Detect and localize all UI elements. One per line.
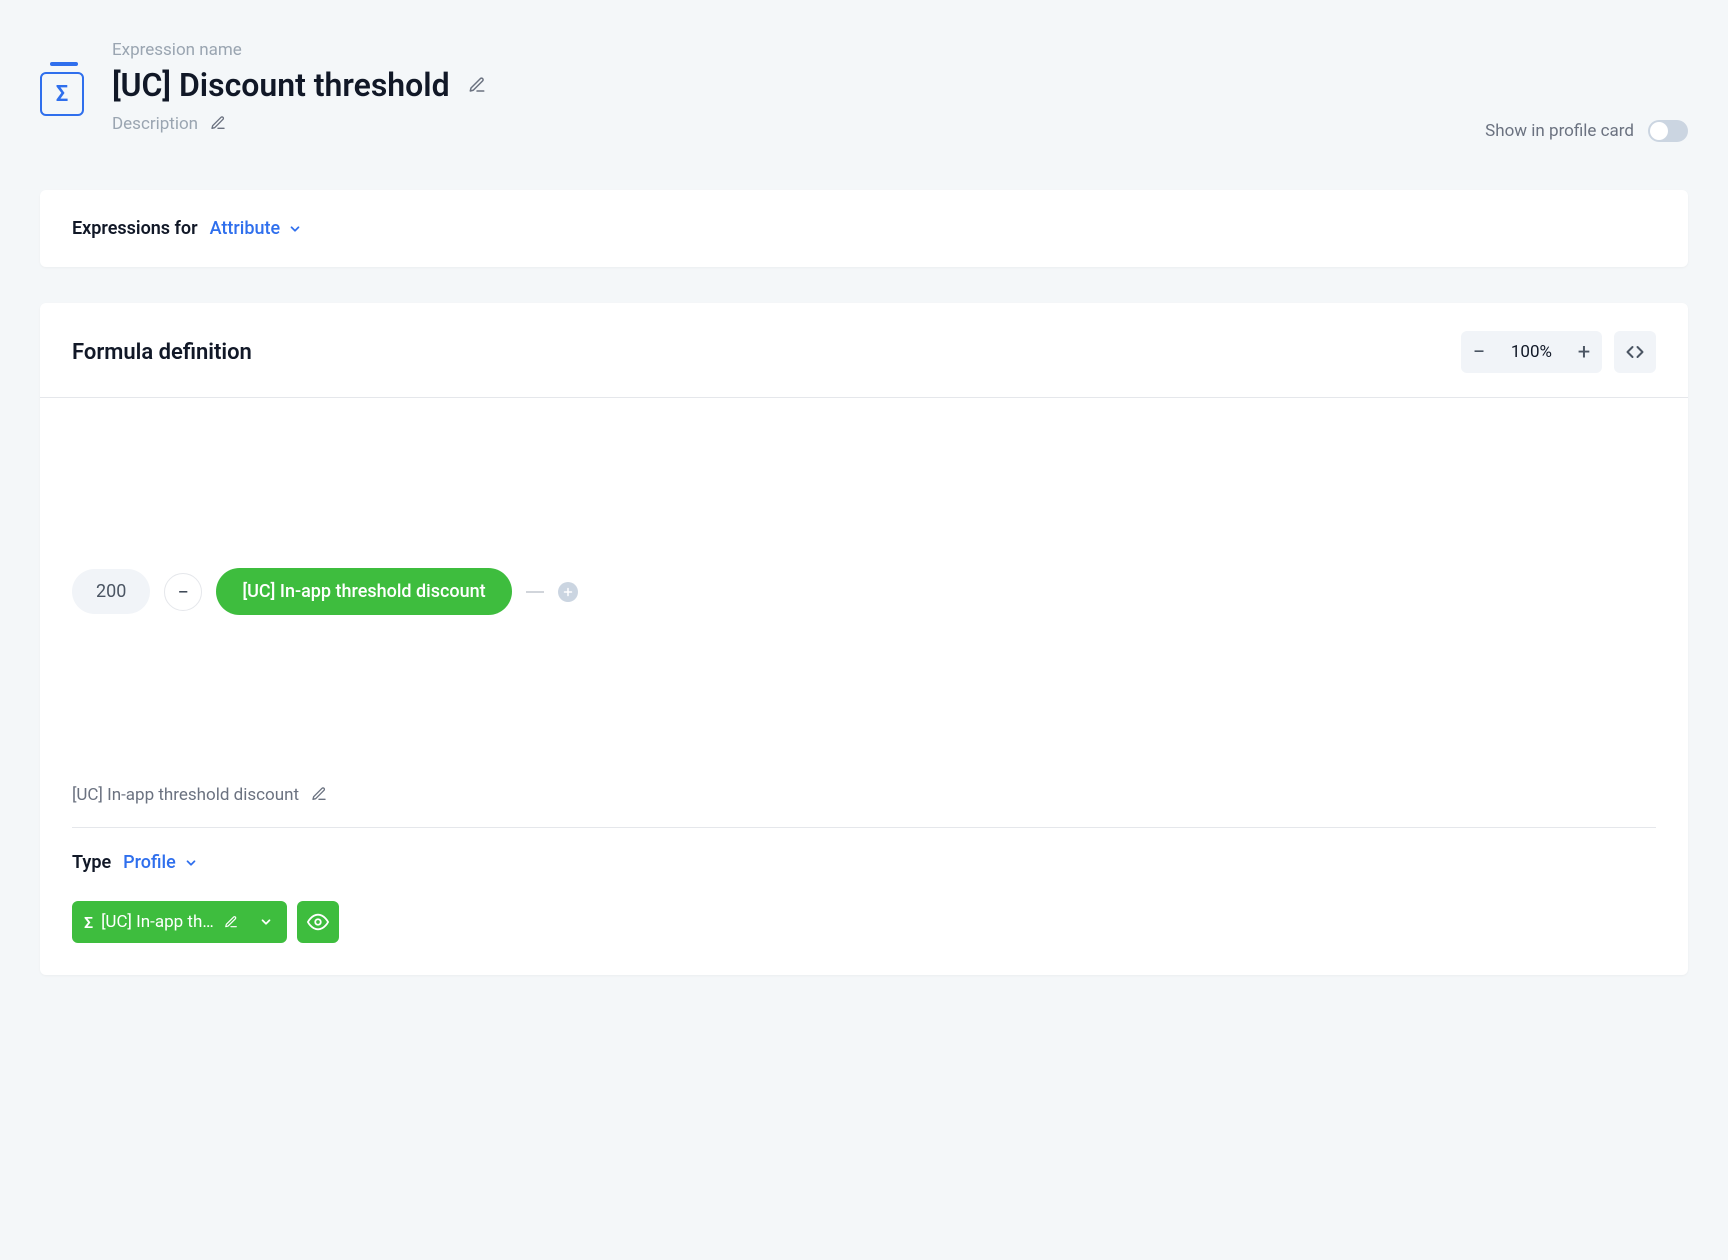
- formula-attribute-pill[interactable]: [UC] In-app threshold discount: [216, 568, 511, 615]
- sigma-icon: Σ: [84, 913, 93, 932]
- type-value: Profile: [123, 852, 176, 873]
- expressions-for-label: Expressions for: [72, 218, 198, 239]
- formula-add-button[interactable]: [558, 582, 578, 602]
- expression-name-label: Expression name: [112, 40, 486, 60]
- show-in-profile-toggle[interactable]: [1648, 120, 1688, 142]
- show-in-profile-label: Show in profile card: [1485, 121, 1634, 141]
- formula-connector: [526, 591, 544, 593]
- edit-tag-icon[interactable]: [222, 913, 240, 931]
- formula-card: Formula definition − 100% + 200 − [UC] I…: [40, 303, 1688, 975]
- chevron-down-icon: [288, 222, 302, 236]
- chevron-down-icon: [184, 856, 198, 870]
- attribute-tag-label: [UC] In-app th…: [101, 912, 214, 932]
- expressions-for-dropdown[interactable]: Attribute: [210, 218, 303, 239]
- chevron-down-icon[interactable]: [257, 913, 275, 931]
- formula-title: Formula definition: [72, 340, 252, 365]
- edit-description-icon[interactable]: [210, 115, 228, 133]
- edit-title-icon[interactable]: [468, 76, 486, 94]
- type-dropdown[interactable]: Profile: [123, 852, 198, 873]
- sigma-icon: Σ: [40, 72, 84, 116]
- code-view-button[interactable]: [1614, 331, 1656, 373]
- description-label: Description: [112, 114, 198, 134]
- edit-attribute-icon[interactable]: [311, 786, 329, 804]
- zoom-group: − 100% +: [1461, 331, 1602, 373]
- formula-number-pill[interactable]: 200: [72, 569, 150, 614]
- zoom-level: 100%: [1497, 342, 1566, 362]
- zoom-out-button[interactable]: −: [1461, 331, 1497, 373]
- zoom-in-button[interactable]: +: [1566, 331, 1602, 373]
- formula-canvas[interactable]: 200 − [UC] In-app threshold discount: [40, 398, 1688, 785]
- attribute-tag[interactable]: Σ [UC] In-app th…: [72, 901, 287, 943]
- expressions-for-value: Attribute: [210, 218, 281, 239]
- formula-operator-pill[interactable]: −: [164, 573, 202, 611]
- page-title: [UC] Discount threshold: [112, 66, 450, 104]
- expressions-for-card: Expressions for Attribute: [40, 190, 1688, 267]
- attribute-detail-name: [UC] In-app threshold discount: [72, 785, 299, 805]
- type-label: Type: [72, 852, 111, 873]
- preview-button[interactable]: [297, 901, 339, 943]
